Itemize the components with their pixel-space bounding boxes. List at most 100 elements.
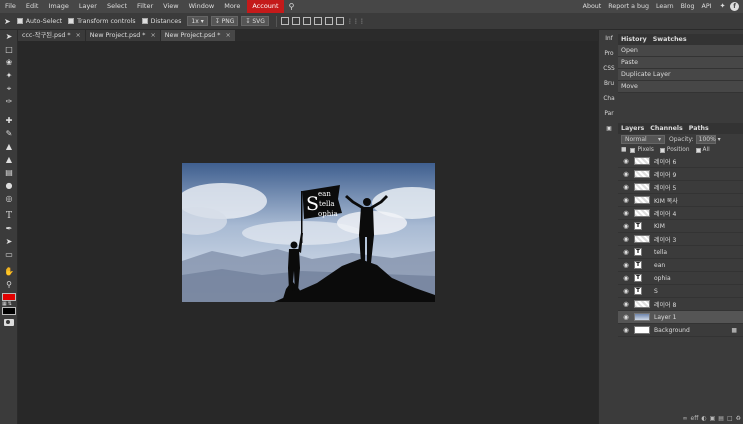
layer-row[interactable]: ◉ Tophia [618,272,743,285]
lasso-tool-icon[interactable]: ❀ [0,56,18,69]
close-icon[interactable]: × [150,30,155,41]
character-panel-button[interactable]: Cha [599,92,619,107]
css-panel-button[interactable]: CSS [599,62,619,77]
menu-filter[interactable]: Filter [132,0,158,13]
lock-position-checkbox[interactable] [659,147,665,153]
crop-tool-icon[interactable]: ⌖ [0,82,18,95]
layer-row[interactable]: ◉ 레이어 8 [618,298,743,311]
tab-history[interactable]: History [618,36,650,43]
opacity-input[interactable]: 100% [695,135,716,144]
close-icon[interactable]: × [75,30,80,41]
twitter-icon[interactable]: ✦ [718,2,727,11]
eraser-tool-icon[interactable]: ▲ [0,153,18,166]
distances-option[interactable]: Distances [141,18,181,25]
auto-select-checkbox[interactable] [16,18,23,24]
layer-row[interactable]: ◉ 레이어 6 [618,155,743,168]
quick-select-icon[interactable]: ✦ [0,69,18,82]
info-panel-button[interactable]: Inf [599,32,619,47]
link-about[interactable]: About [579,0,605,13]
menu-file[interactable]: File [0,0,21,13]
tab-channels[interactable]: Channels [647,125,686,132]
brush-panel-button[interactable]: Bru [599,77,619,92]
opacity-dropdown-icon[interactable]: ▾ [718,136,721,143]
pen-tool-icon[interactable]: ✒ [0,222,18,235]
tab-document-2[interactable]: New Project.psd * × [85,30,160,41]
export-png-button[interactable]: ↧ PNG [210,16,239,26]
menu-edit[interactable]: Edit [21,0,44,13]
dodge-tool-icon[interactable]: ◎ [0,192,18,205]
blur-tool-icon[interactable]: ● [0,179,18,192]
new-layer-icon[interactable]: □ [727,415,733,422]
eye-icon[interactable]: ◉ [621,183,631,191]
layer-row[interactable]: ◉ 레이어 4 [618,207,743,220]
menu-window[interactable]: Window [184,0,220,13]
type-tool-icon[interactable]: T [0,209,18,222]
swap-colors-icon[interactable]: ⇅ [8,301,12,307]
menu-select[interactable]: Select [102,0,132,13]
layer-row[interactable]: ◉ T S [618,285,743,298]
layer-row[interactable]: ◉ Ttella [618,246,743,259]
eye-icon[interactable]: ◉ [621,274,631,282]
layer-row[interactable]: ◉ Layer 1 [618,311,743,324]
align-center-icon[interactable] [291,17,300,25]
history-item[interactable]: Paste [618,57,743,69]
layer-row[interactable]: ◉ KIM 복사 [618,194,743,207]
tab-swatches[interactable]: Swatches [650,36,690,43]
lock-pixels-checkbox[interactable] [630,147,636,153]
align-bottom-icon[interactable] [335,17,344,25]
adjustment-layer-icon[interactable]: ◐ [701,415,706,422]
link-learn[interactable]: Learn [653,0,678,13]
link-report-bug[interactable]: Report a bug [605,0,653,13]
eye-icon[interactable]: ◉ [621,222,631,230]
layer-row[interactable]: ◉ 레이어 5 [618,181,743,194]
path-select-icon[interactable]: ➤ [0,235,18,248]
search-icon[interactable]: ⚲ [284,0,300,13]
lock-all-checkbox[interactable] [695,147,701,153]
eye-icon[interactable]: ◉ [621,209,631,217]
image-panel-icon[interactable]: ▣ [599,122,619,137]
menu-more[interactable]: More [219,0,245,13]
properties-panel-button[interactable]: Pro [599,47,619,62]
eye-icon[interactable]: ◉ [621,157,631,165]
link-layers-icon[interactable]: ∞ [683,415,688,422]
eye-icon[interactable]: ◉ [621,170,631,178]
document-canvas[interactable]: S ean tella ophia [182,163,435,302]
history-item[interactable]: Open [618,45,743,57]
transform-controls-checkbox[interactable] [68,18,75,24]
eye-icon[interactable]: ◉ [621,235,631,243]
background-color-swatch[interactable] [2,307,16,315]
distribute-icon[interactable]: ⋮⋮⋮ [347,18,365,25]
align-top-icon[interactable] [313,17,322,25]
clone-stamp-icon[interactable]: ▲ [0,140,18,153]
effects-icon[interactable]: eff [691,415,699,422]
zoom-select[interactable]: 1x ▾ [187,16,208,26]
new-group-icon[interactable]: ▤ [718,415,724,422]
blend-mode-select[interactable]: Normal ▾ [621,135,665,144]
mask-icon[interactable]: ▣ [710,415,716,422]
layer-row[interactable]: ◉ 레이어 9 [618,168,743,181]
auto-select-option[interactable]: Auto-Select [16,18,62,25]
transform-controls-option[interactable]: Transform controls [68,18,136,25]
healing-brush-icon[interactable]: ✚ [0,114,18,127]
move-tool-icon[interactable]: ➤ [0,30,18,43]
tab-document-3[interactable]: New Project.psd * × [160,30,235,41]
layer-row[interactable]: ◉ Tean [618,259,743,272]
export-svg-button[interactable]: ↧ SVG [241,16,269,26]
reset-colors-icon[interactable]: ▦ [2,301,7,307]
zoom-tool-icon[interactable]: ⚲ [0,278,18,291]
paragraph-panel-button[interactable]: Par [599,107,619,122]
eye-icon[interactable]: ◉ [621,326,631,334]
link-blog[interactable]: Blog [677,0,698,13]
facebook-icon[interactable]: f [730,2,739,11]
eye-icon[interactable]: ◉ [621,196,631,204]
hand-tool-icon[interactable]: ✋ [0,265,18,278]
align-middle-icon[interactable] [324,17,333,25]
account-button[interactable]: Account [247,0,284,13]
align-right-icon[interactable] [302,17,311,25]
eye-icon[interactable]: ◉ [621,261,631,269]
align-left-icon[interactable] [280,17,289,25]
brush-tool-icon[interactable]: ✎ [0,127,18,140]
eye-icon[interactable]: ◉ [621,248,631,256]
layer-row[interactable]: ◉ T KIM [618,220,743,233]
gradient-tool-icon[interactable]: ▤ [0,166,18,179]
